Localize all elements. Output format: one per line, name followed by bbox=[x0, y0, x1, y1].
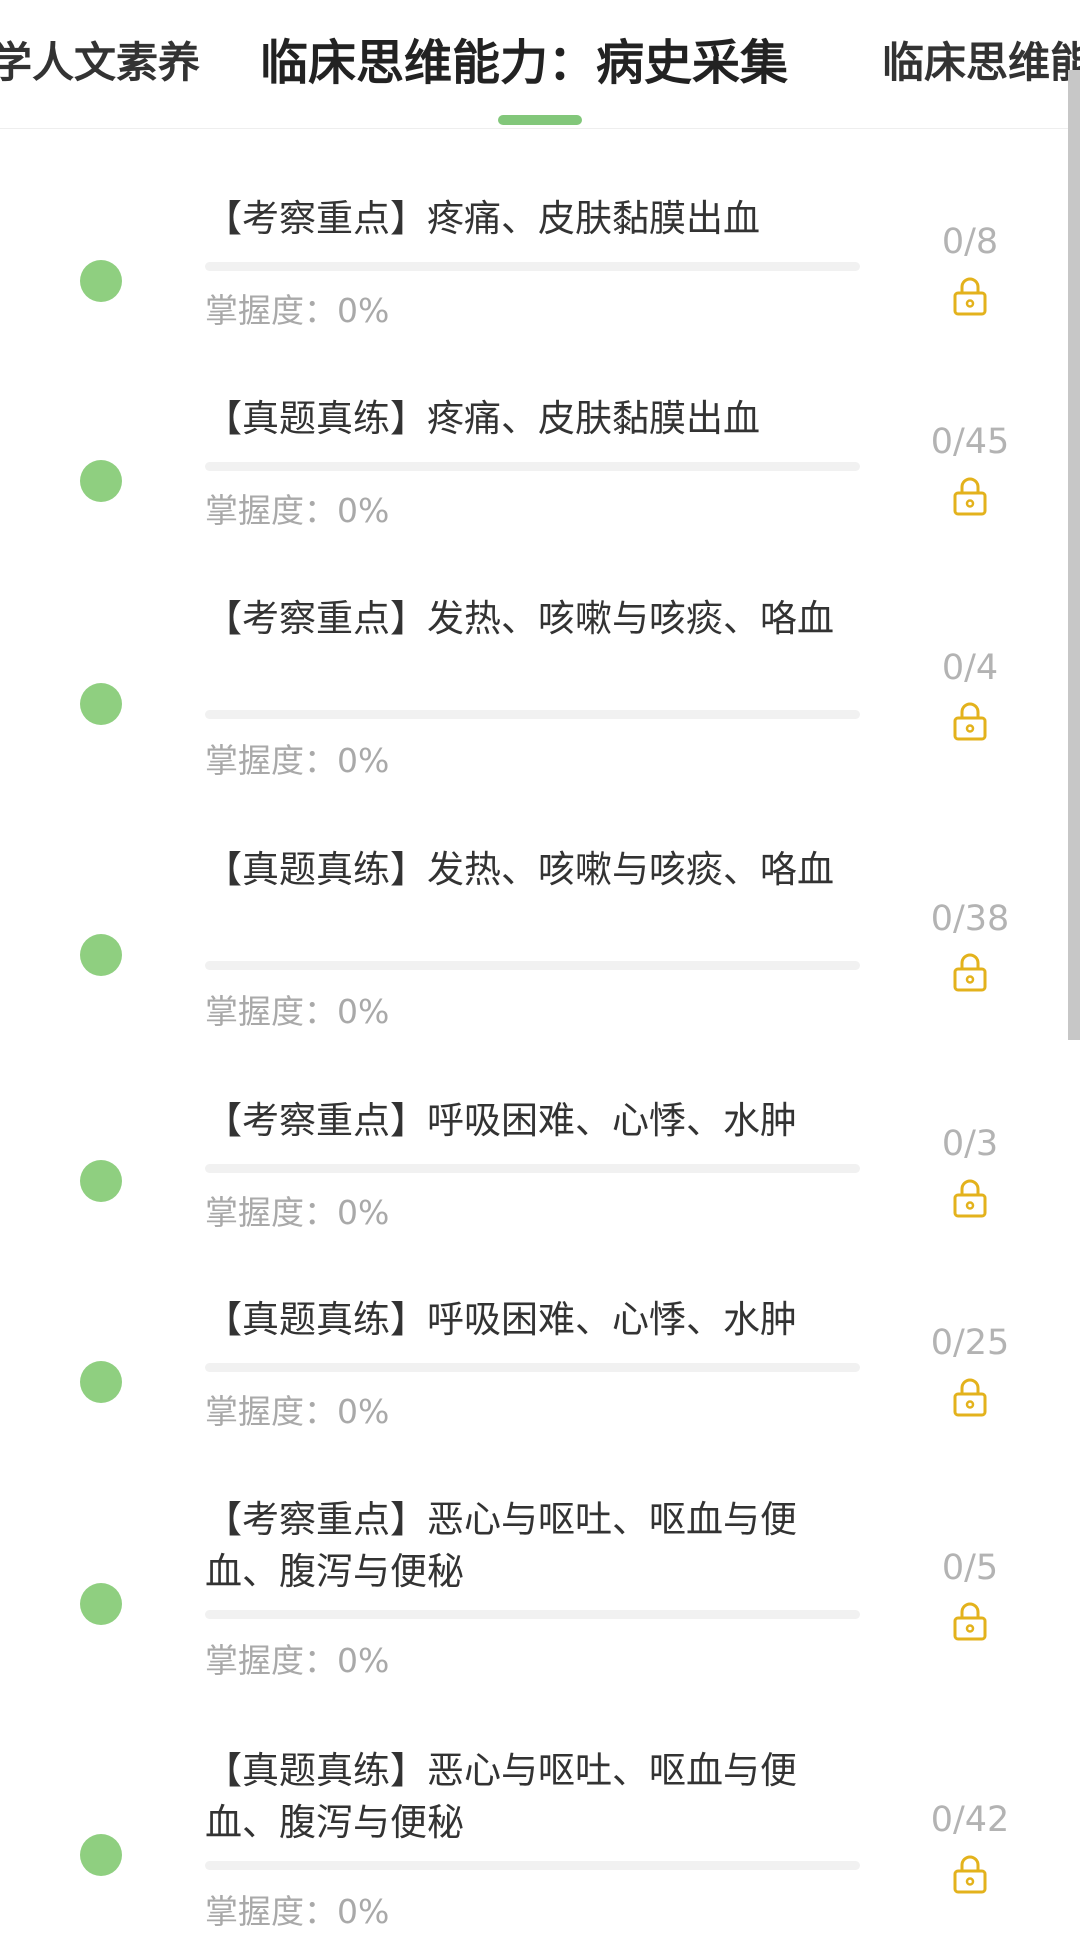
mastery-text: 掌握度：0% bbox=[205, 1191, 389, 1235]
active-tab-indicator bbox=[498, 115, 582, 125]
mastery-text: 掌握度：0% bbox=[205, 1639, 389, 1683]
lock-icon[interactable] bbox=[952, 951, 988, 993]
question-count: 0/25 bbox=[930, 1323, 1010, 1363]
mastery-value: 0% bbox=[337, 1193, 390, 1232]
lock-icon[interactable] bbox=[952, 475, 988, 517]
mastery-label: 掌握度： bbox=[205, 1193, 337, 1232]
mastery-progress-bar bbox=[205, 462, 860, 471]
mastery-label: 掌握度： bbox=[205, 291, 337, 330]
status-dot bbox=[80, 1361, 122, 1403]
item-title: 【考察重点】呼吸困难、心悸、水肿 bbox=[205, 1099, 797, 1142]
mastery-label: 掌握度： bbox=[205, 1641, 337, 1680]
lock-icon[interactable] bbox=[952, 700, 988, 742]
status-dot bbox=[80, 1160, 122, 1202]
tab-clinical-history-taking[interactable]: 临床思维能力：病史采集 bbox=[260, 32, 788, 94]
status-dot bbox=[80, 1583, 122, 1625]
item-title: 【考察重点】疼痛、皮肤黏膜出血 bbox=[205, 197, 760, 240]
lock-icon[interactable] bbox=[952, 1376, 988, 1418]
mastery-progress-bar bbox=[205, 1164, 860, 1173]
mastery-text: 掌握度：0% bbox=[205, 489, 389, 533]
status-dot bbox=[80, 1834, 122, 1876]
item-title: 【考察重点】发热、咳嗽与咳痰、咯血 bbox=[205, 597, 834, 640]
mastery-text: 掌握度：0% bbox=[205, 289, 389, 333]
mastery-value: 0% bbox=[337, 1641, 390, 1680]
mastery-text: 掌握度：0% bbox=[205, 739, 389, 783]
mastery-text: 掌握度：0% bbox=[205, 1390, 389, 1434]
status-dot bbox=[80, 260, 122, 302]
mastery-label: 掌握度： bbox=[205, 1392, 337, 1431]
mastery-label: 掌握度： bbox=[205, 1892, 337, 1931]
item-title: 【真题真练】疼痛、皮肤黏膜出血 bbox=[205, 397, 760, 440]
status-dot bbox=[80, 460, 122, 502]
question-count: 0/38 bbox=[930, 899, 1010, 939]
scrollbar-thumb[interactable] bbox=[1068, 70, 1080, 1040]
mastery-label: 掌握度： bbox=[205, 992, 337, 1031]
mastery-progress-bar bbox=[205, 1861, 860, 1870]
item-title: 【考察重点】恶心与呕吐、呕血与便血、腹泻与便秘 bbox=[205, 1498, 797, 1593]
mastery-label: 掌握度： bbox=[205, 741, 337, 780]
tab-clinical-thinking-next[interactable]: 临床思维能 bbox=[882, 32, 1080, 94]
question-count: 0/42 bbox=[930, 1800, 1010, 1840]
mastery-progress-bar bbox=[205, 1610, 860, 1619]
item-title: 【真题真练】呼吸困难、心悸、水肿 bbox=[205, 1298, 797, 1341]
lock-icon[interactable] bbox=[952, 1177, 988, 1219]
lock-icon[interactable] bbox=[952, 1853, 988, 1895]
tab-bar: 学人文素养 临床思维能力：病史采集 临床思维能 bbox=[0, 0, 1080, 129]
mastery-value: 0% bbox=[337, 992, 390, 1031]
item-title: 【真题真练】恶心与呕吐、呕血与便血、腹泻与便秘 bbox=[205, 1749, 797, 1844]
lock-icon[interactable] bbox=[952, 1600, 988, 1642]
mastery-value: 0% bbox=[337, 1892, 390, 1931]
question-count: 0/4 bbox=[941, 648, 999, 688]
mastery-value: 0% bbox=[337, 291, 390, 330]
mastery-label: 掌握度： bbox=[205, 491, 337, 530]
status-dot bbox=[80, 683, 122, 725]
tab-humanities[interactable]: 学人文素养 bbox=[0, 32, 200, 94]
lock-icon[interactable] bbox=[952, 275, 988, 317]
question-count: 0/5 bbox=[941, 1548, 999, 1588]
mastery-progress-bar bbox=[205, 262, 860, 271]
mastery-value: 0% bbox=[337, 491, 390, 530]
mastery-text: 掌握度：0% bbox=[205, 990, 389, 1034]
mastery-progress-bar bbox=[205, 1363, 860, 1372]
mastery-progress-bar bbox=[205, 961, 860, 970]
mastery-progress-bar bbox=[205, 710, 860, 719]
status-dot bbox=[80, 934, 122, 976]
question-count: 0/45 bbox=[930, 422, 1010, 462]
item-title: 【真题真练】发热、咳嗽与咳痰、咯血 bbox=[205, 848, 834, 891]
mastery-value: 0% bbox=[337, 1392, 390, 1431]
mastery-text: 掌握度：0% bbox=[205, 1890, 389, 1934]
mastery-value: 0% bbox=[337, 741, 390, 780]
question-count: 0/8 bbox=[941, 222, 999, 262]
question-count: 0/3 bbox=[941, 1124, 999, 1164]
